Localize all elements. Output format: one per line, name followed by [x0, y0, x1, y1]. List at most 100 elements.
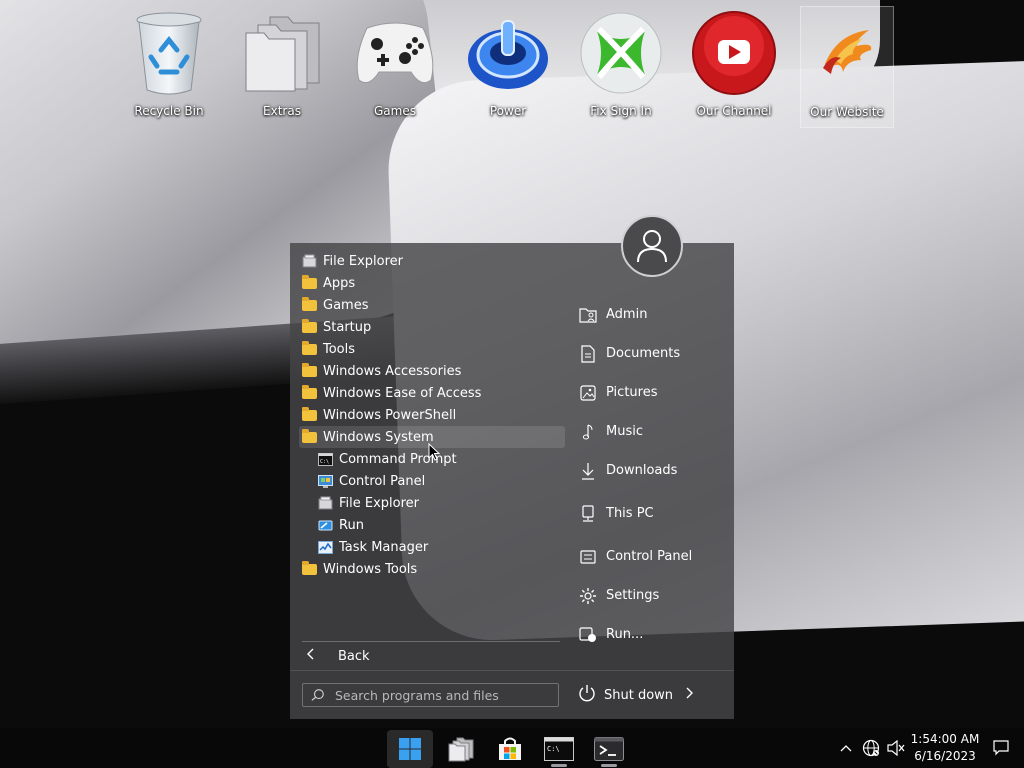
download-icon [578, 461, 598, 481]
run-icon [578, 625, 598, 645]
program-list: File Explorer Apps Games Startup Tools W… [299, 250, 565, 580]
chevron-left-icon [306, 648, 326, 664]
chevron-right-icon[interactable] [685, 687, 694, 703]
place-run[interactable]: Run... [578, 615, 728, 654]
search-icon [311, 688, 325, 702]
picture-icon [578, 383, 598, 403]
folder-icon [301, 274, 317, 289]
desktop-icon-label: Games [374, 104, 416, 118]
folder-icon [301, 384, 317, 399]
place-pictures[interactable]: Pictures [578, 373, 728, 412]
program-item-label: Games [323, 297, 369, 313]
desktop-icon-our-channel[interactable]: Our Channel [680, 6, 788, 126]
taskbar-command-prompt[interactable]: C:\ [536, 730, 582, 768]
place-music[interactable]: Music [578, 412, 728, 451]
phoenix-logo-icon [802, 9, 892, 99]
clock-date: 6/16/2023 [914, 749, 976, 763]
place-settings[interactable]: Settings [578, 576, 728, 615]
place-admin[interactable]: Admin [578, 295, 728, 334]
mouse-cursor-icon [428, 443, 440, 461]
running-indicator [551, 764, 567, 767]
program-item-startup[interactable]: Startup [299, 316, 565, 338]
program-item-windows-ease-of-access[interactable]: Windows Ease of Access [299, 382, 565, 404]
place-label: Admin [606, 307, 648, 322]
place-label: This PC [606, 506, 654, 521]
command-prompt-icon: C:\ [317, 452, 333, 466]
computer-icon [578, 504, 598, 524]
program-item-run[interactable]: Run [299, 514, 565, 536]
xbox-icon [576, 8, 666, 98]
volume-tray-button[interactable] [885, 728, 907, 768]
svg-text:C:\: C:\ [547, 745, 560, 753]
back-button[interactable]: Back [302, 645, 560, 667]
shutdown-button[interactable]: Shut down [578, 683, 698, 707]
folder-stack-icon [448, 737, 474, 762]
music-note-icon [578, 422, 598, 442]
svg-text:C:\: C:\ [320, 459, 329, 465]
desktop-icon-label: Recycle Bin [134, 104, 204, 118]
folder-icon [301, 340, 317, 355]
gamepad-icon [350, 8, 440, 98]
program-item-label: Windows Ease of Access [323, 385, 482, 401]
run-icon [317, 518, 333, 532]
place-control-panel[interactable]: Control Panel [578, 537, 728, 576]
command-prompt-icon: C:\ [544, 737, 574, 761]
desktop-icon-label: Power [489, 104, 527, 118]
desktop-icon-label: Our Channel [696, 104, 772, 118]
desktop-icon-extras[interactable]: Extras [228, 6, 336, 126]
program-item-windows-tools[interactable]: Windows Tools [299, 558, 565, 580]
place-this-pc[interactable]: This PC [578, 490, 728, 537]
folder-icon [301, 406, 317, 421]
search-box[interactable] [302, 683, 559, 707]
desktop-icon-games[interactable]: Games [341, 6, 449, 126]
place-label: Documents [606, 346, 681, 361]
show-hidden-icons-button[interactable] [836, 728, 856, 768]
taskbar-file-explorer[interactable] [438, 730, 484, 768]
program-item-windows-powershell[interactable]: Windows PowerShell [299, 404, 565, 426]
back-label: Back [338, 648, 370, 664]
desktop-icon-power[interactable]: Power [454, 6, 562, 126]
power-orb-icon [463, 8, 553, 98]
place-documents[interactable]: Documents [578, 334, 728, 373]
speaker-muted-icon [887, 740, 905, 756]
desktop-icon-label: Our Website [810, 105, 884, 119]
places-list: Admin Documents Pictures Music Downloads… [578, 295, 728, 654]
search-input[interactable] [333, 686, 552, 704]
program-item-control-panel[interactable]: Control Panel [299, 470, 565, 492]
desktop-icon-label: Fix Sign In [590, 104, 652, 118]
place-downloads[interactable]: Downloads [578, 451, 728, 490]
folder-icon [301, 318, 317, 333]
place-label: Run... [606, 627, 644, 642]
program-item-task-manager[interactable]: Task Manager [299, 536, 565, 558]
file-explorer-icon [301, 254, 317, 268]
taskbar-clock[interactable]: 1:54:00 AM 6/16/2023 [906, 731, 984, 765]
program-item-label: Run [339, 517, 364, 533]
program-item-apps[interactable]: Apps [299, 272, 565, 294]
program-item-file-explorer[interactable]: File Explorer [299, 250, 565, 272]
place-label: Settings [606, 588, 660, 603]
notification-center-button[interactable] [990, 728, 1012, 768]
folder-icon [301, 428, 317, 443]
divider [290, 670, 734, 671]
taskbar-terminal[interactable] [586, 730, 632, 768]
globe-icon [862, 739, 880, 757]
network-tray-button[interactable] [860, 728, 882, 768]
user-avatar[interactable] [621, 215, 683, 277]
shutdown-label: Shut down [604, 687, 674, 703]
desktop-icon-fix-sign-in[interactable]: Fix Sign In [567, 6, 675, 126]
notification-icon [993, 740, 1009, 756]
program-item-label: Windows PowerShell [323, 407, 457, 423]
folder-stack-icon [237, 8, 327, 98]
program-item-games[interactable]: Games [299, 294, 565, 316]
folder-icon [301, 560, 317, 575]
program-item-windows-accessories[interactable]: Windows Accessories [299, 360, 565, 382]
taskbar-start-button[interactable] [387, 730, 433, 768]
desktop-icon-our-website[interactable]: Our Website [800, 6, 894, 128]
program-item-label: Control Panel [339, 473, 426, 489]
taskbar-store[interactable] [487, 730, 533, 768]
program-item-tools[interactable]: Tools [299, 338, 565, 360]
program-item-file-explorer-2[interactable]: File Explorer [299, 492, 565, 514]
desktop-icon-recycle-bin[interactable]: Recycle Bin [115, 6, 223, 126]
running-indicator [601, 764, 617, 767]
folder-icon [301, 296, 317, 311]
